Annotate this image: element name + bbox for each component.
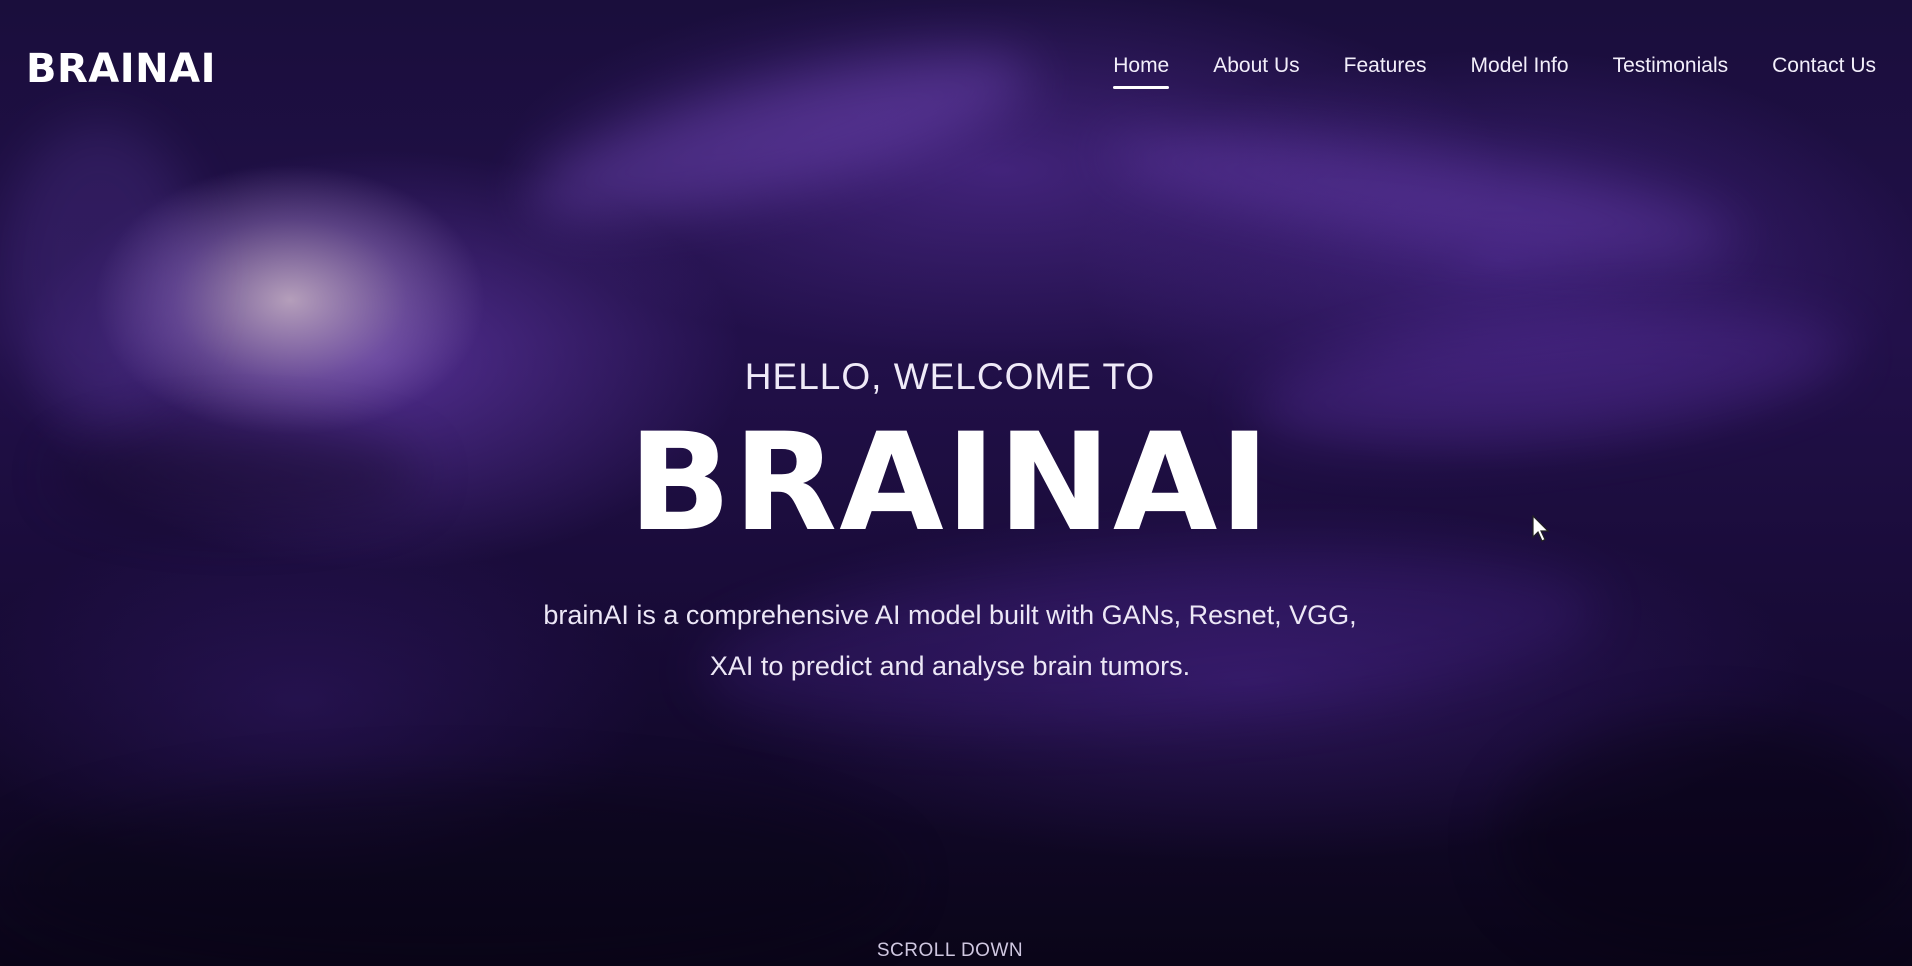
scroll-down-link[interactable]: SCROLL DOWN: [0, 940, 1900, 962]
hero-eyebrow: HELLO, WELCOME TO: [744, 356, 1156, 397]
nav-features[interactable]: Features: [1344, 52, 1427, 80]
main-nav: Home About Us Features Model Info Testim…: [1113, 52, 1876, 89]
nav-testimonials[interactable]: Testimonials: [1613, 52, 1729, 80]
hero-tagline-line: brainAI is a comprehensive AI model buil…: [543, 600, 1357, 630]
smoke-wisp: [514, 18, 1046, 252]
hero-tagline: brainAI is a comprehensive AI model buil…: [480, 590, 1420, 692]
hero-title: BRAINAI: [628, 404, 1272, 561]
mouse-cursor-icon: [1532, 515, 1550, 542]
nav-contact-us[interactable]: Contact Us: [1772, 52, 1876, 80]
nav-home[interactable]: Home: [1113, 52, 1170, 89]
nav-model-info[interactable]: Model Info: [1471, 52, 1569, 80]
hero-tagline-line: XAI to predict and analyse brain tumors.: [709, 651, 1191, 681]
smoke-wisp: [0, 780, 900, 966]
smoke-wisp: [1500, 720, 1912, 960]
smoke-wisp: [1096, 105, 1744, 285]
nav-about-us[interactable]: About Us: [1213, 52, 1299, 80]
site-logo[interactable]: BRAINAI: [26, 46, 216, 92]
